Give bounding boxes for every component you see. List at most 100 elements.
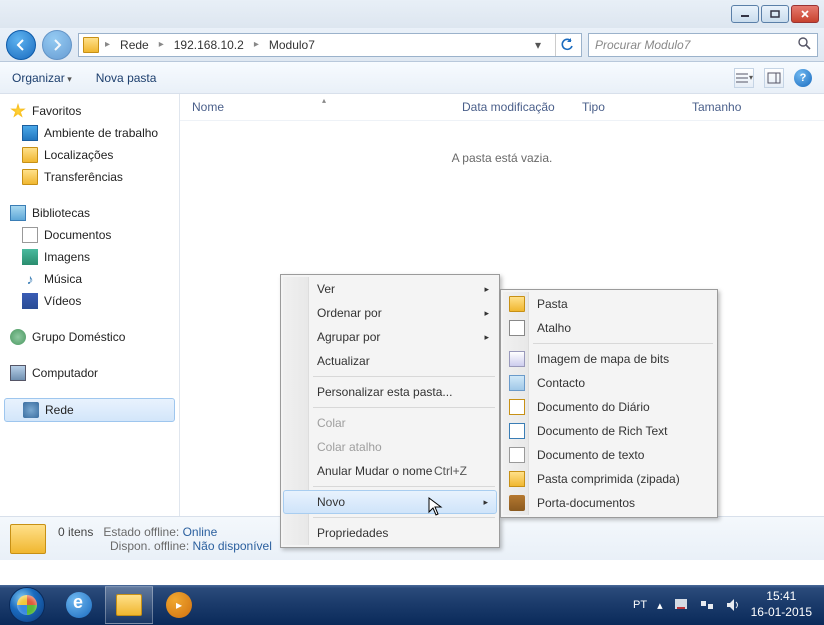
- bitmap-icon: [509, 351, 525, 367]
- preview-pane-button[interactable]: [764, 68, 784, 88]
- breadcrumb-root[interactable]: Rede: [116, 36, 153, 54]
- computer-icon: [10, 365, 26, 381]
- taskbar-wmp[interactable]: ▸: [155, 586, 203, 624]
- pictures-icon: [22, 249, 38, 265]
- nav-bar: ▸ Rede ▸ 192.168.10.2 ▸ Modulo7 ▾ Procur…: [0, 28, 824, 62]
- column-type[interactable]: Tipo: [582, 100, 692, 114]
- sidebar-places[interactable]: Localizações: [0, 144, 179, 166]
- taskbar: ▸ PT ▴ 15:41 16-01-2015: [0, 585, 824, 625]
- breadcrumb-sep: ▸: [159, 39, 164, 50]
- submenu-bitmap[interactable]: Imagem de mapa de bits: [503, 347, 715, 371]
- tray-volume-icon[interactable]: [725, 597, 741, 613]
- tray-action-icon[interactable]: [673, 597, 689, 613]
- column-size[interactable]: Tamanho: [692, 100, 772, 114]
- command-bar: Organizar Nova pasta ▾ ?: [0, 62, 824, 94]
- submenu-folder[interactable]: Pasta: [503, 292, 715, 316]
- minimize-button[interactable]: [731, 5, 759, 23]
- rtf-icon: [509, 423, 525, 439]
- sidebar-libraries[interactable]: Bibliotecas: [0, 202, 179, 224]
- submenu-zip[interactable]: Pasta comprimida (zipada): [503, 467, 715, 491]
- star-icon: [10, 103, 26, 119]
- libraries-icon: [10, 205, 26, 221]
- organize-menu[interactable]: Organizar: [12, 71, 72, 85]
- context-menu: Ver▸ Ordenar por▸ Agrupar por▸ Actualiza…: [280, 274, 500, 548]
- search-box[interactable]: Procurar Modulo7: [588, 33, 818, 57]
- folder-icon: [22, 169, 38, 185]
- file-list-area[interactable]: Nome Data modificação Tipo Tamanho A pas…: [180, 94, 824, 516]
- menu-paste-shortcut: Colar atalho: [283, 435, 497, 459]
- refresh-button[interactable]: [555, 34, 577, 56]
- briefcase-icon: [509, 495, 525, 511]
- journal-icon: [509, 399, 525, 415]
- sidebar-documents[interactable]: Documentos: [0, 224, 179, 246]
- network-icon: [23, 402, 39, 418]
- empty-folder-text: A pasta está vazia.: [180, 151, 824, 165]
- address-dropdown[interactable]: ▾: [531, 38, 545, 52]
- shortcut-icon: [509, 320, 525, 336]
- breadcrumb-host[interactable]: 192.168.10.2: [170, 36, 248, 54]
- sidebar-videos[interactable]: Vídeos: [0, 290, 179, 312]
- ie-icon: [66, 592, 92, 618]
- new-submenu: Pasta Atalho Imagem de mapa de bits Cont…: [500, 289, 718, 518]
- music-icon: ♪: [22, 271, 38, 287]
- breadcrumb-sep: ▸: [254, 39, 259, 50]
- sidebar-pictures[interactable]: Imagens: [0, 246, 179, 268]
- submenu-text[interactable]: Documento de texto: [503, 443, 715, 467]
- menu-properties[interactable]: Propriedades: [283, 521, 497, 545]
- status-item-count: 0 itens: [58, 525, 93, 539]
- sidebar-favorites[interactable]: Favoritos: [0, 100, 179, 122]
- submenu-briefcase[interactable]: Porta-documentos: [503, 491, 715, 515]
- submenu-shortcut[interactable]: Atalho: [503, 316, 715, 340]
- column-headers: Nome Data modificação Tipo Tamanho: [180, 94, 824, 121]
- menu-sort[interactable]: Ordenar por▸: [283, 301, 497, 325]
- search-icon: [797, 36, 811, 53]
- folder-icon: [22, 147, 38, 163]
- windows-orb-icon: [9, 587, 45, 623]
- maximize-button[interactable]: [761, 5, 789, 23]
- breadcrumb-folder[interactable]: Modulo7: [265, 36, 319, 54]
- videos-icon: [22, 293, 38, 309]
- taskbar-explorer[interactable]: [105, 586, 153, 624]
- submenu-contact[interactable]: Contacto: [503, 371, 715, 395]
- folder-large-icon: [10, 524, 46, 554]
- back-button[interactable]: [6, 30, 36, 60]
- column-name[interactable]: Nome: [192, 100, 462, 114]
- sidebar-desktop[interactable]: Ambiente de trabalho: [0, 122, 179, 144]
- submenu-journal[interactable]: Documento do Diário: [503, 395, 715, 419]
- sidebar-network[interactable]: Rede: [4, 398, 175, 422]
- new-folder-button[interactable]: Nova pasta: [96, 71, 157, 85]
- tray-network-icon[interactable]: [699, 597, 715, 613]
- homegroup-icon: [10, 329, 26, 345]
- menu-new[interactable]: Novo▸: [283, 490, 497, 514]
- main-area: Favoritos Ambiente de trabalho Localizaç…: [0, 94, 824, 516]
- forward-button[interactable]: [42, 30, 72, 60]
- start-button[interactable]: [0, 585, 54, 625]
- close-button[interactable]: [791, 5, 819, 23]
- tray-language[interactable]: PT: [633, 599, 647, 611]
- menu-view[interactable]: Ver▸: [283, 277, 497, 301]
- view-options-button[interactable]: ▾: [734, 68, 754, 88]
- search-placeholder: Procurar Modulo7: [595, 38, 690, 52]
- address-bar[interactable]: ▸ Rede ▸ 192.168.10.2 ▸ Modulo7 ▾: [78, 33, 582, 57]
- system-tray: PT ▴ 15:41 16-01-2015: [633, 589, 824, 620]
- sidebar-computer[interactable]: Computador: [0, 362, 179, 384]
- tray-arrow-icon[interactable]: ▴: [657, 599, 663, 612]
- contact-icon: [509, 375, 525, 391]
- tray-clock[interactable]: 15:41 16-01-2015: [751, 589, 812, 620]
- submenu-rtf[interactable]: Documento de Rich Text: [503, 419, 715, 443]
- breadcrumb-sep: ▸: [105, 39, 110, 50]
- text-icon: [509, 447, 525, 463]
- menu-undo[interactable]: Anular Mudar o nomeCtrl+Z: [283, 459, 497, 483]
- help-button[interactable]: ?: [794, 69, 812, 87]
- taskbar-ie[interactable]: [55, 586, 103, 624]
- sidebar-homegroup[interactable]: Grupo Doméstico: [0, 326, 179, 348]
- menu-refresh[interactable]: Actualizar: [283, 349, 497, 373]
- sidebar-downloads[interactable]: Transferências: [0, 166, 179, 188]
- window-titlebar: [0, 0, 824, 28]
- sidebar-music[interactable]: ♪Música: [0, 268, 179, 290]
- menu-group[interactable]: Agrupar por▸: [283, 325, 497, 349]
- menu-customize[interactable]: Personalizar esta pasta...: [283, 380, 497, 404]
- column-date[interactable]: Data modificação: [462, 100, 582, 114]
- folder-icon: [83, 37, 99, 53]
- desktop-icon: [22, 125, 38, 141]
